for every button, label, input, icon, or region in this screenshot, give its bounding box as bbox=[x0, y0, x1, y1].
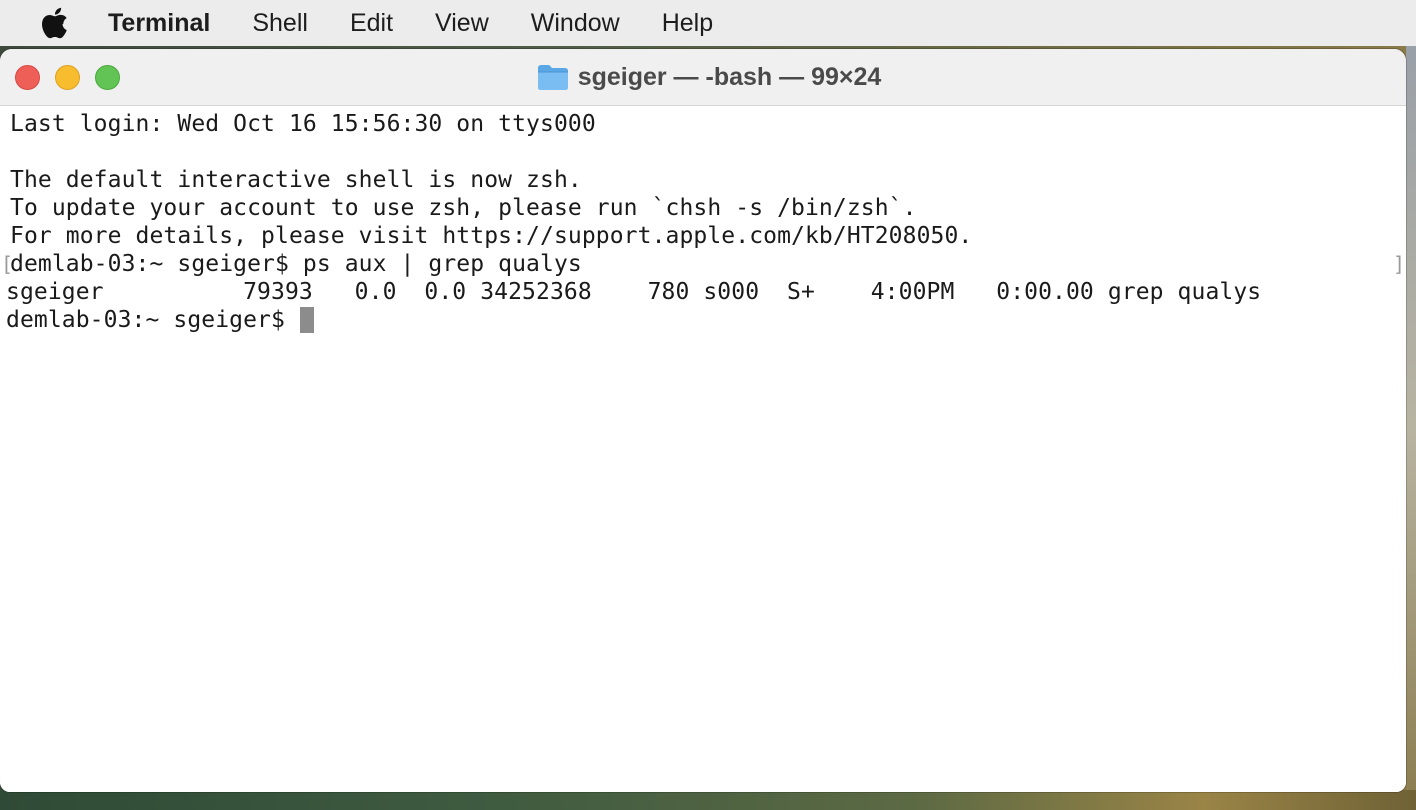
window-title: sgeiger — -bash — 99×24 bbox=[577, 62, 882, 91]
mark-right-bracket: ] bbox=[1393, 252, 1406, 276]
desktop-background bbox=[1406, 46, 1416, 810]
apple-logo-icon[interactable] bbox=[39, 7, 69, 39]
menu-app-name[interactable]: Terminal bbox=[108, 0, 210, 46]
window-titlebar[interactable]: sgeiger — -bash — 99×24 bbox=[0, 49, 1406, 106]
menu-edit[interactable]: Edit bbox=[350, 0, 393, 46]
menu-shell[interactable]: Shell bbox=[252, 0, 308, 46]
terminal-line-details-link: For more details, please visit https://s… bbox=[10, 223, 973, 249]
terminal-line-shell-notice: The default interactive shell is now zsh… bbox=[10, 167, 582, 193]
menu-help[interactable]: Help bbox=[662, 0, 713, 46]
folder-icon bbox=[537, 63, 569, 91]
window-title-group: sgeiger — -bash — 99×24 bbox=[0, 49, 1406, 105]
terminal-window: sgeiger — -bash — 99×24 Last login: Wed … bbox=[0, 49, 1406, 792]
terminal-line-chsh-hint: To update your account to use zsh, pleas… bbox=[10, 195, 917, 221]
desktop-background-bottom bbox=[0, 790, 1416, 810]
menu-window[interactable]: Window bbox=[531, 0, 620, 46]
terminal-line-ps-result: sgeiger 79393 0.0 0.0 34252368 780 s000 … bbox=[6, 279, 1262, 305]
menu-view[interactable]: View bbox=[435, 0, 489, 46]
terminal-line-prompt: demlab-03:~ sgeiger$ bbox=[6, 307, 299, 333]
terminal-output[interactable]: Last login: Wed Oct 16 15:56:30 on ttys0… bbox=[0, 107, 1406, 792]
terminal-cursor bbox=[300, 307, 314, 333]
terminal-line-command: demlab-03:~ sgeiger$ ps aux | grep qualy… bbox=[10, 251, 582, 277]
menu-bar: Terminal Shell Edit View Window Help bbox=[0, 0, 1416, 46]
terminal-line-last-login: Last login: Wed Oct 16 15:56:30 on ttys0… bbox=[10, 111, 596, 137]
